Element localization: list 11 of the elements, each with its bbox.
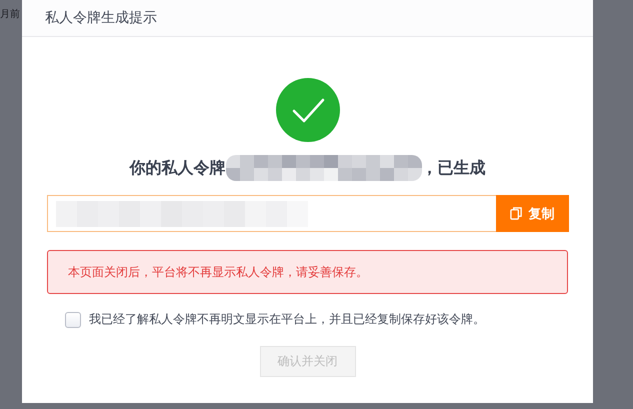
copy-button[interactable]: 复制 (496, 195, 568, 232)
copy-icon (510, 207, 522, 220)
warning-text: 本页面关闭后，平台将不再显示私人令牌，请妥善保存。 (68, 264, 368, 280)
agreement-label: 我已经了解私人令牌不再明文显示在平台上，并且已经复制保存好该令牌。 (89, 311, 485, 328)
heading-text: 你的私人令牌 (130, 158, 226, 178)
background-text: 月前 (0, 9, 20, 21)
token-field[interactable] (46, 195, 496, 232)
dialog-title: 私人令牌生成提示 (45, 9, 157, 27)
heading-text: ，已生成 (422, 158, 486, 178)
checkbox[interactable] (65, 312, 81, 328)
success-check-icon (276, 78, 340, 142)
